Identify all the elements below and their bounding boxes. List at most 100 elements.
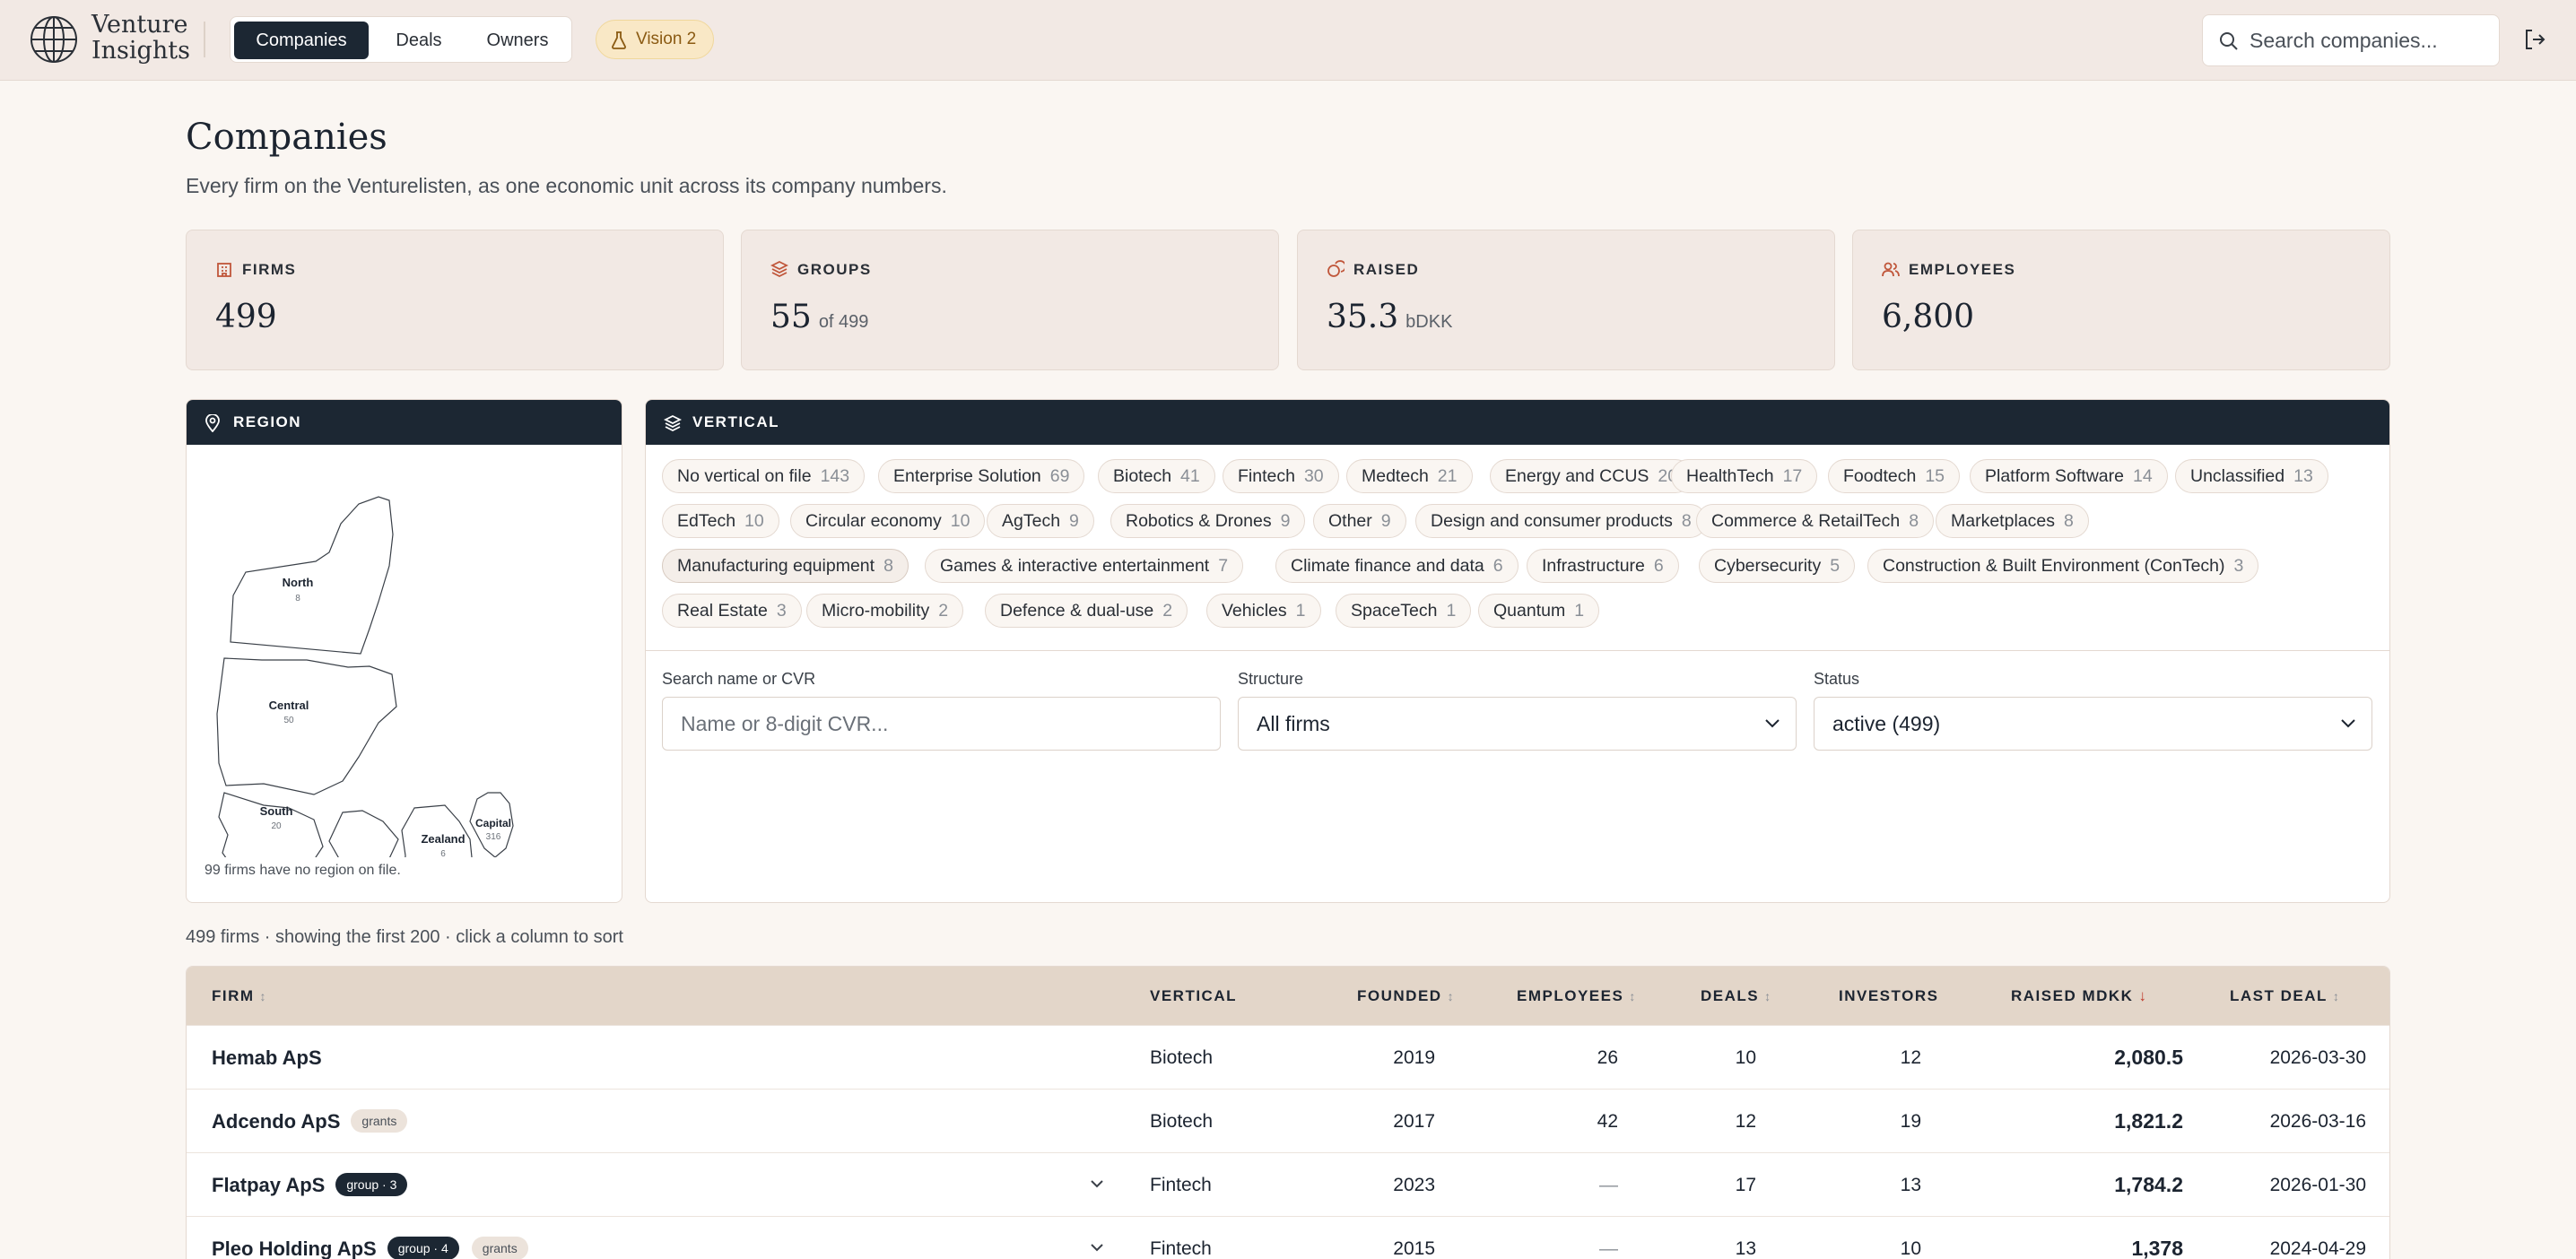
globe-logo-icon[interactable] bbox=[29, 14, 79, 65]
region-count: 6 bbox=[440, 849, 446, 857]
employees-cell: — bbox=[1599, 1175, 1618, 1195]
founded-cell: 2019 bbox=[1393, 1047, 1435, 1068]
vertical-chip[interactable]: Defence & dual-use 2 bbox=[985, 594, 1188, 628]
brand-name[interactable]: Venture Insights bbox=[91, 12, 190, 64]
employees-cell: 26 bbox=[1597, 1047, 1618, 1068]
vertical-chip[interactable]: Real Estate 3 bbox=[662, 594, 802, 628]
vertical-chip[interactable]: Energy and CCUS 20 bbox=[1490, 459, 1693, 493]
vertical-chip[interactable]: Fintech 30 bbox=[1223, 459, 1339, 493]
cvr-search-input[interactable]: Name or 8-digit CVR... bbox=[662, 697, 1221, 751]
main-nav: Companies Deals Owners bbox=[230, 16, 572, 63]
vertical-chip[interactable]: Unclassified 13 bbox=[2175, 459, 2328, 493]
region-funen[interactable] bbox=[328, 810, 399, 857]
building-icon bbox=[217, 263, 231, 277]
column-header-deals[interactable]: DEALS ↕ bbox=[1701, 967, 1772, 1026]
vertical-chip[interactable]: Enterprise Solution 69 bbox=[878, 459, 1085, 493]
column-header-founded[interactable]: FOUNDED ↕ bbox=[1357, 967, 1455, 1026]
column-header-investors[interactable]: INVESTORS bbox=[1839, 967, 1938, 1025]
vertical-chip[interactable]: Platform Software 14 bbox=[1970, 459, 2168, 493]
expand-chevron-icon[interactable] bbox=[1089, 1178, 1105, 1189]
last-deal-cell: 2026-03-16 bbox=[2269, 1111, 2366, 1132]
employees-cell: 42 bbox=[1597, 1111, 1618, 1132]
firm-name[interactable]: Adcendo ApS grants bbox=[212, 1090, 408, 1153]
vertical-chip[interactable]: Vehicles 1 bbox=[1206, 594, 1321, 628]
structure-select-value: All firms bbox=[1257, 712, 1330, 735]
investors-cell: 10 bbox=[1900, 1238, 1921, 1259]
vertical-chip[interactable]: EdTech 10 bbox=[662, 504, 779, 538]
vertical-chip[interactable]: Medtech 21 bbox=[1346, 459, 1473, 493]
stat-label: EMPLOYEES bbox=[1909, 261, 2016, 278]
vertical-chip[interactable]: SpaceTech 1 bbox=[1336, 594, 1472, 628]
region-zealand[interactable] bbox=[401, 804, 473, 857]
vertical-chip-selected[interactable]: Manufacturing equipment 8 bbox=[662, 549, 909, 583]
stat-card-firms: FIRMS 499 bbox=[186, 230, 724, 370]
vertical-chip[interactable]: Cybersecurity 5 bbox=[1699, 549, 1856, 583]
vertical-chip[interactable]: Games & interactive entertainment 7 bbox=[925, 549, 1244, 583]
vertical-chip[interactable]: Commerce & RetailTech 8 bbox=[1696, 504, 1935, 538]
firm-name[interactable]: Flatpay ApS group · 3 bbox=[212, 1153, 408, 1217]
group-badge: group · 4 bbox=[387, 1237, 459, 1259]
chevron-down-icon bbox=[1765, 719, 1780, 728]
vertical-chip[interactable]: Climate finance and data 6 bbox=[1275, 549, 1519, 583]
vertical-chip[interactable]: Design and consumer products 8 bbox=[1415, 504, 1707, 538]
vertical-chip[interactable]: HealthTech 17 bbox=[1671, 459, 1818, 493]
nav-tab-deals[interactable]: Deals bbox=[374, 22, 464, 59]
deals-cell: 12 bbox=[1735, 1111, 1756, 1132]
vertical-chip[interactable]: Marketplaces 8 bbox=[1936, 504, 2089, 538]
brand-name-line2: Insights bbox=[91, 37, 190, 65]
stat-value: 499 bbox=[215, 299, 277, 335]
column-header-last-deal[interactable]: LAST DEAL ↕ bbox=[2230, 967, 2340, 1026]
nav-tab-owners[interactable]: Owners bbox=[471, 22, 564, 59]
deals-cell: 17 bbox=[1735, 1175, 1756, 1195]
map-pin-icon bbox=[205, 414, 220, 432]
structure-select[interactable]: All firms bbox=[1238, 697, 1797, 751]
vision-badge[interactable]: Vision 2 bbox=[596, 20, 714, 59]
last-deal-cell: 2026-01-30 bbox=[2269, 1175, 2366, 1195]
firm-name[interactable]: Pleo Holding ApS group · 4 grants bbox=[212, 1217, 528, 1259]
vertical-chip[interactable]: No vertical on file 143 bbox=[662, 459, 866, 493]
layers-icon bbox=[664, 414, 682, 432]
vertical-chip[interactable]: Quantum 1 bbox=[1478, 594, 1600, 628]
global-search-input[interactable]: Search companies... bbox=[2202, 14, 2500, 66]
vertical-chip[interactable]: Robotics & Drones 9 bbox=[1110, 504, 1306, 538]
vertical-chip[interactable]: Foodtech 15 bbox=[1828, 459, 1961, 493]
column-header-employees[interactable]: EMPLOYEES ↕ bbox=[1517, 967, 1637, 1026]
region-label: Zealand bbox=[421, 832, 465, 846]
column-header-vertical[interactable]: VERTICAL bbox=[1150, 967, 1237, 1025]
grants-badge: grants bbox=[471, 1237, 528, 1259]
vertical-chip[interactable]: Other 9 bbox=[1313, 504, 1406, 538]
vertical-chip[interactable]: AgTech 9 bbox=[987, 504, 1094, 538]
last-deal-cell: 2026-03-30 bbox=[2269, 1047, 2366, 1068]
filter-label: Structure bbox=[1238, 670, 1304, 688]
firm-name[interactable]: Hemab ApS bbox=[212, 1026, 322, 1090]
vertical-chip[interactable]: Infrastructure 6 bbox=[1527, 549, 1679, 583]
deals-cell: 10 bbox=[1735, 1047, 1756, 1068]
sort-desc-icon: ↓ bbox=[2138, 987, 2148, 1004]
region-central[interactable] bbox=[216, 657, 397, 795]
table-row[interactable]: Hemab ApS Biotech 2019 26 10 12 2,080.5 … bbox=[187, 1025, 2389, 1089]
vertical-cell: Fintech bbox=[1150, 1175, 1212, 1195]
table-row[interactable]: Adcendo ApS grants Biotech 2017 42 12 19 … bbox=[187, 1089, 2389, 1152]
vertical-chip[interactable]: Construction & Built Environment (ConTec… bbox=[1867, 549, 2259, 583]
table-row[interactable]: Pleo Holding ApS group · 4 grants Fintech … bbox=[187, 1216, 2389, 1259]
column-header-raised[interactable]: RAISED MDKK ↓ bbox=[2011, 967, 2147, 1025]
vertical-chip[interactable]: Circular economy 10 bbox=[790, 504, 986, 538]
expand-chevron-icon[interactable] bbox=[1089, 1242, 1105, 1253]
status-select-value: active (499) bbox=[1832, 712, 1941, 735]
logout-icon[interactable] bbox=[2522, 27, 2547, 52]
stat-label: GROUPS bbox=[797, 261, 872, 278]
column-header-firm[interactable]: FIRM ↕ bbox=[212, 967, 267, 1026]
vertical-chip[interactable]: Micro-mobility 2 bbox=[806, 594, 964, 628]
region-count: 316 bbox=[486, 832, 501, 842]
users-icon bbox=[1882, 262, 1900, 277]
stat-value: 55 of 499 bbox=[770, 299, 869, 335]
vertical-panel-title: VERTICAL bbox=[692, 413, 779, 430]
vertical-chip[interactable]: Biotech 41 bbox=[1098, 459, 1215, 493]
denmark-region-map: North 8 Central 50 South 20 Zealand 6 Ca… bbox=[216, 496, 514, 857]
nav-tab-companies[interactable]: Companies bbox=[234, 22, 369, 59]
table-row[interactable]: Flatpay ApS group · 3 Fintech 2023 — 17 1… bbox=[187, 1152, 2389, 1216]
page-subtitle: Every firm on the Venturelisten, as one … bbox=[186, 174, 947, 197]
vertical-panel: VERTICAL No vertical on file 143 Enterpri… bbox=[645, 399, 2390, 903]
status-select[interactable]: active (499) bbox=[1814, 697, 2372, 751]
vertical-cell: Biotech bbox=[1150, 1111, 1214, 1132]
